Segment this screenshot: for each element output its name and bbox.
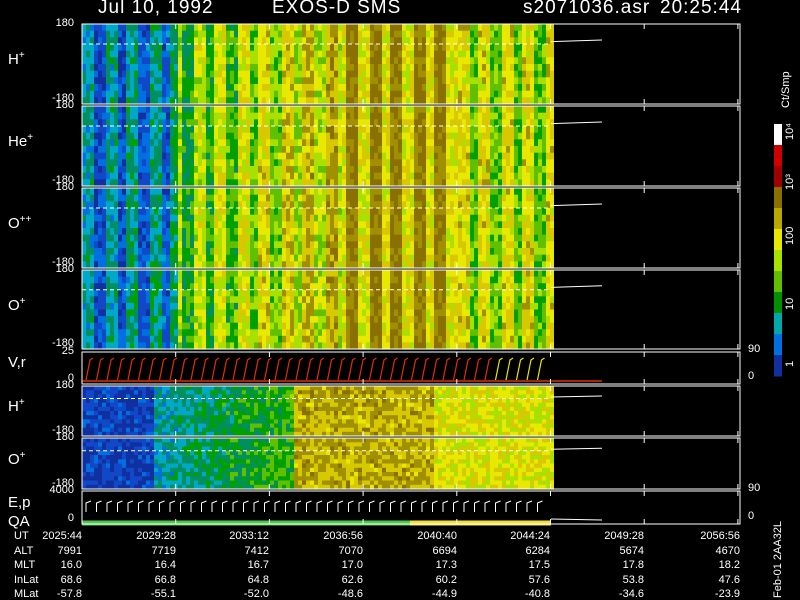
colorbar-tick-1: 10³ — [784, 174, 796, 190]
panel-label-1: He+ — [8, 132, 34, 150]
footer-UT-value-2: 2033:12 — [229, 530, 269, 542]
colorbar-swatch-2 — [774, 166, 782, 188]
footer-MLat-value-6: -34.6 — [618, 588, 644, 600]
colorbar-tick-4: 1 — [784, 360, 796, 367]
footer-MLT-value-4: 17.3 — [435, 559, 457, 571]
footer-MLat-value-4: -44.9 — [431, 588, 457, 600]
colorbar-swatch-4 — [774, 208, 782, 230]
y-tick-bottom-7: 0 — [67, 512, 74, 524]
trend-line-5 — [550, 395, 603, 398]
footer-MLat-value-5: -40.8 — [524, 588, 550, 600]
footer-MLT-value-1: 16.4 — [154, 559, 176, 571]
y-tick-top-7: 4000 — [49, 484, 74, 496]
spectrogram-panel-5 — [82, 386, 554, 437]
footer-InLat-value-7: 47.6 — [718, 573, 740, 586]
panel-label-3: O+ — [8, 295, 26, 314]
colorbar-tick-0: 10⁴ — [784, 123, 796, 140]
footer-MLat-value-0: -57.8 — [56, 588, 82, 600]
footer-UT-value-1: 2029:28 — [136, 530, 176, 542]
colorbar-swatch-10 — [774, 334, 782, 356]
footer-InLat-value-6: 53.8 — [622, 573, 644, 586]
footer-MLat-value-1: -55.1 — [150, 588, 176, 600]
spectrogram-panel-3 — [82, 270, 554, 350]
right-tick-bottom-4: 0 — [748, 370, 755, 382]
spectrogram-panel-1 — [82, 106, 554, 187]
y-tick-top-5: 180 — [55, 379, 74, 391]
spectrogram-panel-2 — [82, 188, 554, 269]
y-tick-top-6: 180 — [55, 431, 74, 443]
trend-line-6 — [550, 447, 603, 450]
footer-UT-value-6: 2049:28 — [604, 530, 644, 542]
colorbar-swatch-7 — [774, 271, 782, 293]
qa-trend-line — [550, 518, 603, 521]
footer-InLat-value-2: 64.8 — [247, 573, 269, 586]
footer-UT-value-3: 2036:56 — [323, 530, 363, 542]
footer-MLat-value-2: -52.0 — [243, 588, 269, 600]
footer-InLat-value-0: 68.6 — [60, 573, 82, 586]
footer-MLat-value-3: -48.6 — [337, 588, 363, 600]
trend-line-1 — [550, 121, 603, 125]
panel-label-4: V,r — [8, 354, 26, 371]
footer-UT-value-7: 2056:56 — [700, 530, 740, 542]
footer-InLat-value-4: 60.2 — [435, 573, 457, 586]
energy-steps — [85, 500, 543, 512]
colorbar-swatch-11 — [774, 355, 782, 377]
colorbar-swatch-3 — [774, 187, 782, 209]
panel-label-6: O+ — [8, 449, 26, 468]
right-tick-top-4: 90 — [748, 343, 761, 355]
colorbar-swatch-8 — [774, 292, 782, 314]
y-tick-top-3: 180 — [55, 263, 74, 275]
right-tick-bottom-7: 0 — [748, 510, 755, 522]
footer-MLT-value-5: 17.5 — [528, 559, 550, 571]
colorbar-tick-3: 10 — [784, 297, 796, 310]
footer-MLT-value-7: 18.2 — [718, 559, 740, 571]
right-tick-top-7: 90 — [748, 482, 761, 494]
trend-line-2 — [550, 203, 603, 207]
colorbar-unit: Ct/Smp — [780, 71, 792, 108]
y-tick-top-0: 180 — [55, 17, 74, 29]
footer-InLat-value-3: 62.6 — [341, 573, 363, 586]
colorbar-swatch-0 — [774, 124, 782, 146]
footer-MLT-value-0: 16.0 — [60, 559, 82, 571]
spectrogram-panel-6 — [82, 438, 554, 490]
y-tick-top-4: 25 — [61, 345, 74, 357]
footer-ALT-value-2: 7412 — [244, 544, 269, 557]
velocity-traces — [85, 357, 545, 381]
footer-InLat-value-1: 66.8 — [154, 573, 176, 586]
footer-UT-value-0: 2025:44 — [42, 530, 82, 542]
trend-line-0 — [550, 39, 603, 43]
footer-ALT-value-0: 7991 — [57, 544, 82, 557]
footer-UT-value-5: 2044:24 — [510, 530, 550, 542]
y-tick-top-2: 180 — [55, 181, 74, 193]
footer-ALT-value-5: 6284 — [525, 544, 550, 557]
footer-ALT-value-1: 7719 — [151, 544, 176, 557]
panel-label-5: H+ — [8, 397, 25, 415]
sms-plot: Jul 10, 1992 EXOS-D SMS s2071036.asr 20:… — [0, 0, 800, 600]
footer-MLT-value-2: 16.7 — [247, 559, 269, 571]
footer-InLat-value-5: 57.6 — [528, 573, 550, 586]
colorbar-tick-2: 100 — [784, 226, 796, 245]
footer-ALT-value-4: 6694 — [432, 544, 457, 557]
colorbar-swatch-9 — [774, 313, 782, 335]
panel-label2-7: QA — [8, 513, 30, 530]
footer-MLat-value-7: -23.9 — [714, 588, 740, 600]
footer-MLT-value-3: 17.0 — [341, 559, 363, 571]
footer-UT-value-4: 2040:40 — [417, 530, 457, 542]
panel-label-0: H+ — [8, 50, 25, 68]
panel-label-2: O++ — [8, 214, 32, 232]
trend-line-3 — [550, 285, 603, 288]
panel-label-7: E,p — [8, 493, 31, 511]
colorbar-swatch-6 — [774, 250, 782, 272]
footer-MLT-value-6: 17.8 — [622, 559, 644, 571]
spectrogram-svg — [81, 23, 782, 526]
y-tick-top-1: 180 — [55, 99, 74, 111]
colorbar-swatch-5 — [774, 229, 782, 251]
spectrogram-panel-0 — [82, 24, 554, 105]
footer-ALT-value-6: 5674 — [619, 544, 644, 557]
footer-ALT-value-3: 7070 — [338, 544, 363, 557]
colorbar-swatch-1 — [774, 145, 782, 167]
footer-ALT-value-7: 4670 — [715, 544, 740, 557]
